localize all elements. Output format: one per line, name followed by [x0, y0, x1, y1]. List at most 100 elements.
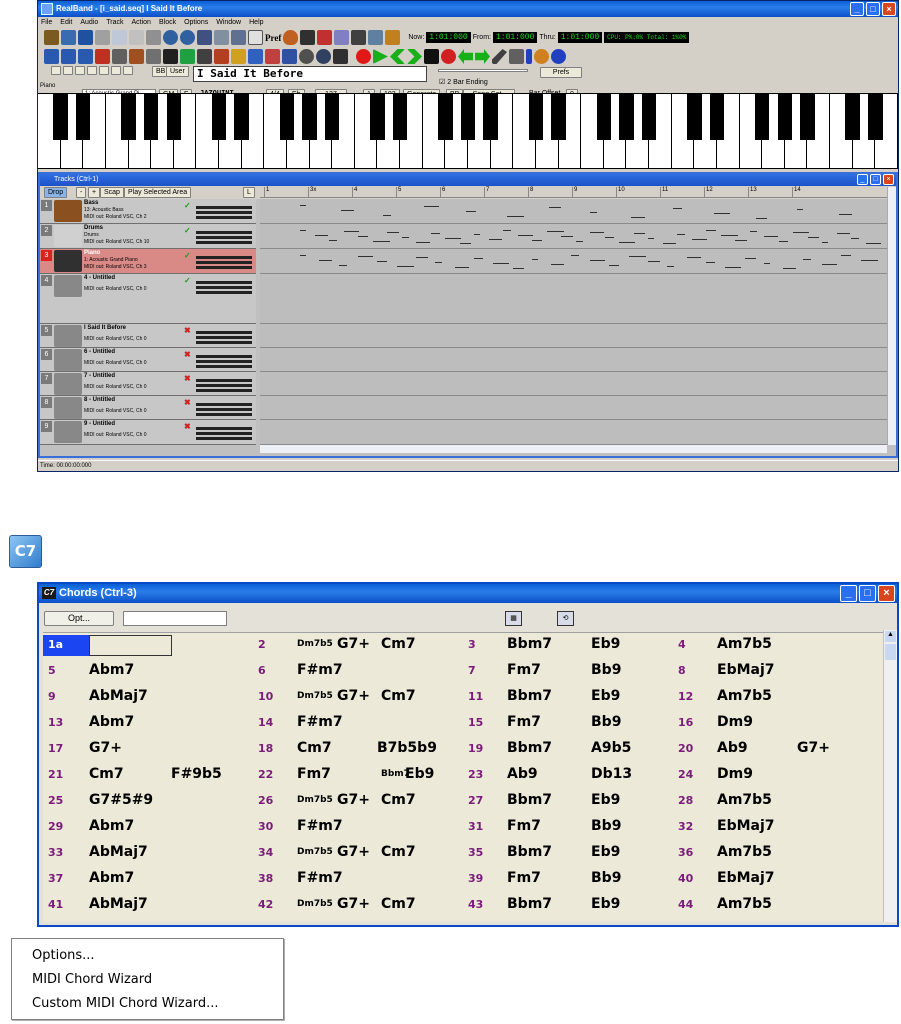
chord-symbol[interactable]: AbMaj7: [89, 844, 148, 860]
mixer-icon[interactable]: [231, 30, 246, 45]
guitar-icon[interactable]: [283, 30, 299, 45]
chord-symbol[interactable]: Bbm7: [507, 792, 552, 808]
loop-record-icon[interactable]: [441, 49, 456, 64]
black-key[interactable]: [528, 94, 544, 140]
fast-forward-icon[interactable]: [407, 49, 422, 64]
track-mixer[interactable]: [190, 201, 254, 221]
chord-symbol[interactable]: F#m7: [297, 662, 343, 678]
chord-symbol[interactable]: Eb9: [591, 636, 620, 652]
bar-number[interactable]: 23: [468, 768, 483, 781]
paste-icon[interactable]: [129, 30, 144, 45]
track-level-bar[interactable]: [196, 355, 252, 358]
dxi-icon[interactable]: [248, 30, 263, 45]
track-mixer[interactable]: [190, 422, 254, 442]
track-icon[interactable]: [44, 49, 59, 64]
chord-symbol[interactable]: Dm7b5: [297, 691, 333, 701]
bar-number[interactable]: 20: [678, 742, 693, 755]
chord-symbol[interactable]: Eb9: [591, 792, 620, 808]
copy-icon[interactable]: [112, 30, 127, 45]
chords-minimize-button[interactable]: _: [840, 585, 857, 602]
bar-number[interactable]: 8: [678, 664, 686, 677]
chord-symbol[interactable]: Dm7b5: [297, 899, 333, 909]
track-number[interactable]: 7: [41, 373, 52, 384]
minimize-button[interactable]: _: [850, 2, 864, 16]
chord-symbol[interactable]: Fm7: [297, 766, 331, 782]
track-level-bar[interactable]: [196, 286, 252, 289]
bar-number[interactable]: 6: [258, 664, 266, 677]
song-title-field[interactable]: I Said It Before: [193, 66, 427, 82]
minus-button[interactable]: -: [76, 187, 87, 198]
bar-number[interactable]: 40: [678, 872, 693, 885]
black-key[interactable]: [777, 94, 793, 140]
track-lane[interactable]: [260, 199, 887, 224]
menu-window[interactable]: Window: [216, 17, 241, 28]
plus-button[interactable]: +: [88, 187, 101, 198]
black-key[interactable]: [641, 94, 657, 140]
drop-button[interactable]: Drop: [44, 187, 68, 198]
track-level-bar[interactable]: [196, 236, 252, 239]
chord-symbol[interactable]: F#9b5: [171, 766, 222, 782]
menu-item-options[interactable]: Options...: [32, 948, 95, 963]
track-instrument-icon[interactable]: [54, 250, 82, 272]
track-level-bar[interactable]: [196, 336, 252, 339]
tracks-maximize-button[interactable]: □: [870, 174, 881, 185]
green-icon[interactable]: [180, 49, 195, 64]
rewind-icon[interactable]: [390, 49, 405, 64]
midi-icon[interactable]: [351, 30, 367, 45]
track-lane[interactable]: [260, 372, 887, 396]
bar-number[interactable]: 3: [468, 638, 476, 651]
close-button[interactable]: ×: [882, 2, 896, 16]
track-row[interactable]: 88 - Untitled MIDI out: Roland VSC, Ch 0 ✖: [40, 396, 256, 420]
chord-symbol[interactable]: Am7b5: [717, 844, 772, 860]
chord-symbol[interactable]: Dm7b5: [297, 847, 333, 857]
track-level-bar[interactable]: [196, 231, 252, 234]
track-name[interactable]: Piano: [84, 250, 100, 256]
track-lane[interactable]: [260, 224, 887, 249]
tracks-minimize-button[interactable]: _: [857, 174, 868, 185]
chords-title-bar[interactable]: C7 Chords (Ctrl-3) _ □ ×: [39, 584, 897, 603]
track-level-bar[interactable]: [196, 365, 252, 368]
play-icon[interactable]: [373, 49, 388, 64]
info-icon[interactable]: [526, 49, 532, 64]
black-key[interactable]: [211, 94, 227, 140]
track-number[interactable]: 1: [41, 200, 52, 211]
track-level-bar[interactable]: [196, 331, 252, 334]
menu-item-custom-midi-chord-wizard[interactable]: Custom MIDI Chord Wizard...: [32, 996, 218, 1011]
bar-number[interactable]: 31: [468, 820, 483, 833]
two-bar-ending-checkbox[interactable]: ☑ 2 Bar Ending: [439, 78, 488, 86]
track-level-bar[interactable]: [196, 291, 252, 294]
track-row[interactable]: 2 Drums Drums MIDI out: Roland VSC, Ch 10 ✓: [40, 224, 256, 249]
tracks-close-button[interactable]: ×: [883, 174, 894, 185]
track-number[interactable]: 8: [41, 397, 52, 408]
pointer-icon[interactable]: [112, 49, 127, 64]
track-mixer[interactable]: [190, 398, 254, 418]
track-row[interactable]: 66 - Untitled MIDI out: Roland VSC, Ch 0 ✖: [40, 348, 256, 372]
metronome-icon[interactable]: [299, 49, 314, 64]
chord-symbol[interactable]: F#m7: [297, 714, 343, 730]
convert-icon[interactable]: [334, 30, 350, 45]
chord-icon[interactable]: [78, 49, 93, 64]
stop-icon[interactable]: [424, 49, 439, 64]
bar-number[interactable]: 17: [48, 742, 63, 755]
chord-symbol[interactable]: EbMaj7: [717, 818, 775, 834]
black-key[interactable]: [53, 94, 68, 140]
chord-symbol[interactable]: Bbm7: [507, 636, 552, 652]
chord-symbol[interactable]: Bbm7: [507, 896, 552, 912]
bar-number[interactable]: 4: [678, 638, 686, 651]
bar-number[interactable]: 14: [258, 716, 273, 729]
black-key[interactable]: [143, 94, 159, 140]
track-select-d[interactable]: [63, 66, 73, 75]
pencil-icon[interactable]: [492, 49, 507, 64]
track-row[interactable]: 99 - Untitled MIDI out: Roland VSC, Ch 0 ✖: [40, 420, 256, 445]
mixer-bars-icon[interactable]: [95, 49, 110, 64]
bar-number[interactable]: 30: [258, 820, 273, 833]
black-key[interactable]: [868, 94, 883, 140]
piano-roll-icon[interactable]: [197, 49, 212, 64]
chord-symbol[interactable]: Ab9: [717, 740, 748, 756]
daw-icon[interactable]: [197, 30, 212, 45]
bar-number[interactable]: 11: [468, 690, 483, 703]
bar-number[interactable]: 32: [678, 820, 693, 833]
track-level-bar[interactable]: [196, 379, 252, 382]
menu-help[interactable]: Help: [249, 17, 263, 28]
chord-symbol[interactable]: B7b5b9: [377, 740, 437, 756]
